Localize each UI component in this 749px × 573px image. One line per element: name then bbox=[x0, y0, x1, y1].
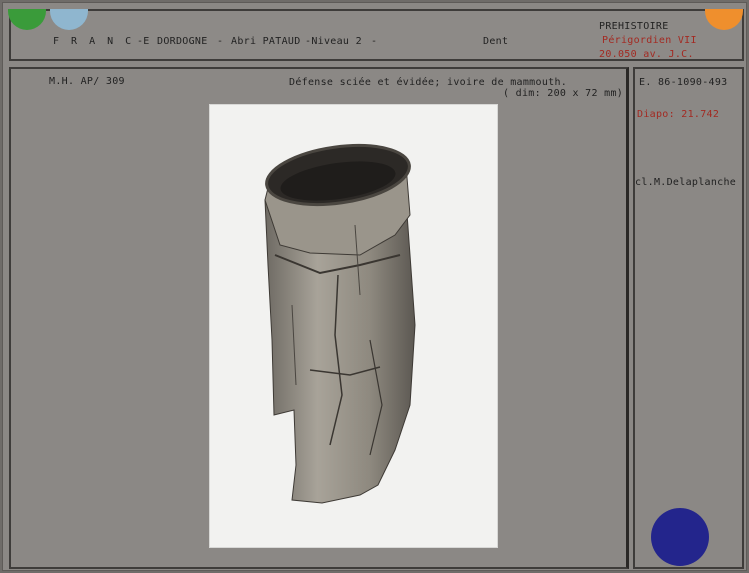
region-label: DORDOGNE bbox=[157, 36, 208, 47]
catalog-card: F R A N C E - DORDOGNE - Abri PATAUD -Ni… bbox=[2, 2, 747, 571]
side-panel bbox=[633, 67, 744, 569]
photographer-credit: cl.M.Delaplanche bbox=[635, 177, 737, 188]
separator-dash: - bbox=[217, 36, 224, 47]
category-label: Dent bbox=[483, 36, 509, 47]
separator-dash: - bbox=[137, 36, 144, 47]
reference-number: M.H. AP/ 309 bbox=[49, 76, 125, 87]
object-description: Défense sciée et évidée; ivoire de mammo… bbox=[289, 77, 568, 88]
site-label: Abri PATAUD bbox=[231, 36, 301, 47]
blue-marker-dot bbox=[651, 508, 709, 566]
tusk-artifact-image bbox=[264, 144, 416, 504]
date-label: 20.050 av. J.C. bbox=[599, 49, 694, 60]
slide-number: Diapo: 21.742 bbox=[637, 109, 720, 120]
culture-label: Périgordien VII bbox=[602, 35, 697, 46]
period-label: PREHISTOIRE bbox=[599, 21, 669, 32]
separator-dash: - bbox=[371, 36, 378, 47]
level-label: -Niveau 2 bbox=[305, 36, 362, 47]
inventory-number: E. 86-1090-493 bbox=[639, 77, 728, 88]
artifact-photo bbox=[210, 105, 497, 547]
object-dimensions: ( dim: 200 x 72 mm) bbox=[503, 88, 624, 99]
